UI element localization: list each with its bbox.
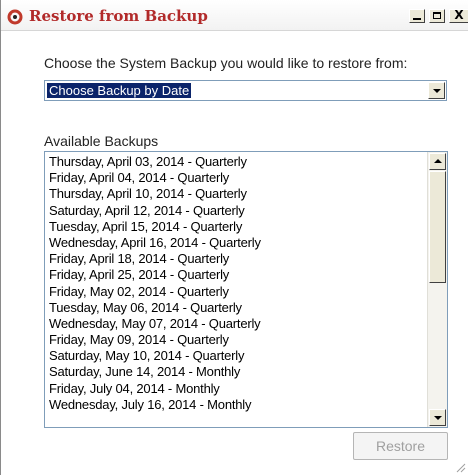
backup-list-item[interactable]: Friday, April 04, 2014 - Quarterly (49, 170, 425, 186)
dropdown-selected-value: Choose Backup by Date (45, 82, 193, 99)
list-scrollbar[interactable] (427, 152, 447, 427)
chevron-down-icon (433, 89, 441, 93)
choose-backup-label: Choose the System Backup you would like … (44, 55, 408, 71)
dropdown-arrow-button[interactable] (428, 82, 445, 99)
scroll-thumb[interactable] (429, 171, 446, 283)
window-title: Restore from Backup (29, 7, 208, 25)
backup-list-item[interactable]: Tuesday, May 06, 2014 - Quarterly (49, 300, 425, 316)
backup-list-item[interactable]: Saturday, April 12, 2014 - Quarterly (49, 203, 425, 219)
backup-list-item[interactable]: Friday, May 09, 2014 - Quarterly (49, 332, 425, 348)
backup-list-item[interactable]: Friday, April 18, 2014 - Quarterly (49, 251, 425, 267)
maximize-button[interactable] (429, 9, 445, 23)
available-backups-label: Available Backups (44, 133, 159, 149)
arrow-down-icon (434, 416, 442, 420)
backup-list-item[interactable]: Friday, April 25, 2014 - Quarterly (49, 267, 425, 283)
backup-list-item[interactable]: Saturday, May 10, 2014 - Quarterly (49, 348, 425, 364)
restore-window: Restore from Backup X Choose the System … (0, 0, 468, 475)
backup-list-item[interactable]: Friday, May 02, 2014 - Quarterly (49, 284, 425, 300)
minimize-button[interactable] (409, 9, 425, 23)
resize-grip-icon[interactable] (454, 461, 466, 473)
backup-list-item[interactable]: Wednesday, May 07, 2014 - Quarterly (49, 316, 425, 332)
backup-list-item[interactable]: Tuesday, April 15, 2014 - Quarterly (49, 219, 425, 235)
backup-list-item[interactable]: Wednesday, July 16, 2014 - Monthly (49, 397, 425, 413)
backup-list-item[interactable]: Wednesday, April 16, 2014 - Quarterly (49, 235, 425, 251)
backup-list-items: Thursday, April 03, 2014 - Quarterly Frid… (49, 154, 425, 413)
arrow-up-icon (434, 159, 442, 163)
backup-list-item[interactable]: Thursday, April 10, 2014 - Quarterly (49, 186, 425, 202)
backup-list-item[interactable]: Friday, July 04, 2014 - Monthly (49, 381, 425, 397)
scroll-up-button[interactable] (429, 153, 446, 170)
scroll-down-button[interactable] (429, 409, 446, 426)
maximize-icon (433, 12, 441, 19)
backup-date-dropdown[interactable]: Choose Backup by Date (44, 80, 447, 101)
backup-list-item[interactable]: Thursday, April 03, 2014 - Quarterly (49, 154, 425, 170)
available-backups-list[interactable]: Thursday, April 03, 2014 - Quarterly Frid… (44, 151, 448, 428)
close-icon: X (454, 8, 464, 22)
restore-button[interactable]: Restore (353, 432, 448, 460)
minimize-icon (413, 18, 421, 20)
restore-app-icon (7, 9, 23, 25)
backup-list-item[interactable]: Saturday, June 14, 2014 - Monthly (49, 364, 425, 380)
close-button[interactable]: X (449, 9, 468, 23)
title-bar[interactable]: Restore from Backup X (1, 0, 468, 31)
